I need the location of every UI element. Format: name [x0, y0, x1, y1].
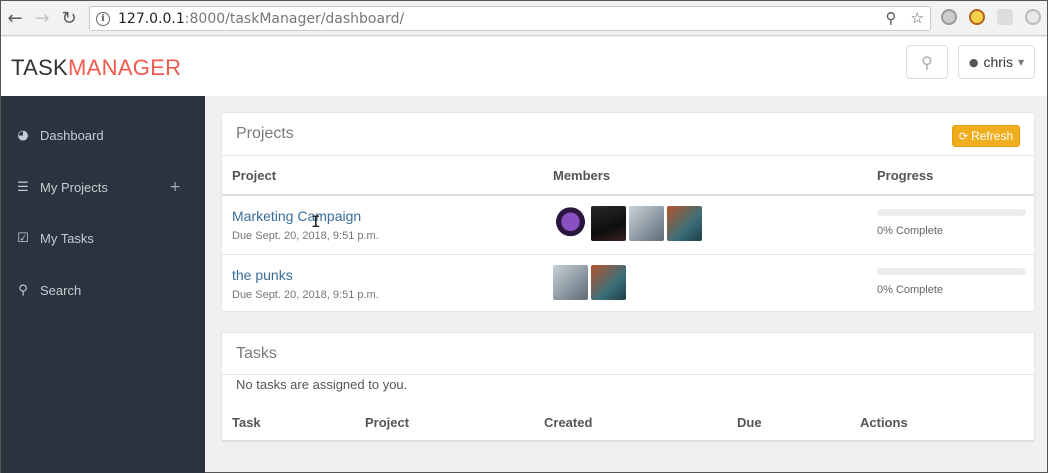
- refresh-icon: ⟳: [958, 129, 969, 143]
- progress-bar: [877, 268, 1026, 275]
- empty-tasks-message: No tasks are assigned to you.: [236, 377, 408, 392]
- column-header-actions: Actions: [860, 415, 908, 430]
- reload-icon[interactable]: ↻: [57, 6, 81, 30]
- text-cursor-icon: I: [311, 212, 321, 231]
- progress-bar: [877, 209, 1026, 216]
- refresh-label: Refresh: [971, 129, 1014, 143]
- add-project-button[interactable]: +: [169, 179, 181, 195]
- address-bar[interactable]: i 127.0.0.1:8000/taskManager/dashboard/ …: [89, 6, 931, 31]
- divider: [222, 374, 1034, 375]
- column-header-project: Project: [365, 415, 410, 430]
- sidebar-item-dashboard[interactable]: ◕ Dashboard: [1, 115, 205, 155]
- projects-title: Projects: [236, 125, 294, 142]
- avatar[interactable]: [667, 206, 702, 241]
- column-header-due: Due: [737, 415, 762, 430]
- extension-icon[interactable]: [1025, 9, 1041, 25]
- list-icon: ☰: [17, 179, 29, 195]
- extension-icon[interactable]: [969, 9, 985, 25]
- divider: [222, 440, 1034, 442]
- column-header-created: Created: [544, 415, 593, 430]
- back-icon[interactable]: ←: [3, 6, 27, 30]
- info-icon[interactable]: i: [96, 11, 110, 26]
- sidebar-item-label: My Projects: [40, 179, 108, 195]
- column-header-members: Members: [553, 168, 611, 183]
- progress-label: 0% Complete: [877, 284, 944, 296]
- user-menu-button[interactable]: ● chris ▼: [958, 45, 1035, 79]
- divider: [222, 155, 1034, 156]
- members-list: [553, 265, 626, 300]
- column-header-project: Project: [232, 168, 277, 183]
- extension-icon[interactable]: [941, 9, 957, 25]
- avatar[interactable]: [591, 265, 626, 300]
- members-list: [553, 206, 702, 241]
- avatar[interactable]: [591, 206, 626, 241]
- key-icon[interactable]: ⚲: [886, 9, 897, 27]
- sidebar-item-label: Search: [40, 282, 82, 298]
- extension-icon[interactable]: [997, 9, 1013, 25]
- app-header: TASKMANAGER ⚲ ● chris ▼: [1, 37, 1047, 96]
- forward-icon[interactable]: →: [30, 6, 54, 30]
- star-icon[interactable]: ☆: [911, 9, 924, 27]
- project-link[interactable]: Marketing Campaign: [232, 208, 361, 224]
- project-link[interactable]: the punks: [232, 267, 293, 283]
- browser-toolbar: ← → ↻ i 127.0.0.1:8000/taskManager/dashb…: [1, 1, 1047, 36]
- sidebar: ◕ Dashboard ☰ My Projects + ☑ My Tasks ⚲…: [1, 96, 205, 473]
- dashboard-icon: ◕: [17, 127, 29, 143]
- search-icon: ⚲: [921, 52, 933, 72]
- avatar[interactable]: [629, 206, 664, 241]
- sidebar-item-label: Dashboard: [40, 127, 104, 143]
- url-path: :8000/taskManager/dashboard/: [184, 10, 405, 27]
- logo[interactable]: TASKMANAGER: [11, 55, 181, 81]
- url-host: 127.0.0.1: [118, 10, 185, 27]
- refresh-button[interactable]: ⟳ Refresh: [952, 125, 1020, 147]
- username: chris: [983, 54, 1013, 70]
- divider: [222, 194, 1034, 196]
- tasks-panel: Tasks No tasks are assigned to you. Task…: [221, 332, 1035, 442]
- progress-label: 0% Complete: [877, 225, 944, 237]
- chevron-down-icon: ▼: [1018, 57, 1025, 67]
- avatar[interactable]: [553, 265, 588, 300]
- sidebar-item-my-tasks[interactable]: ☑ My Tasks: [1, 218, 205, 258]
- projects-panel: Projects ⟳ Refresh Project Members Progr…: [221, 112, 1035, 312]
- logo-part1: TASK: [11, 55, 69, 80]
- user-icon: ●: [968, 55, 979, 69]
- sidebar-item-search[interactable]: ⚲ Search: [1, 270, 205, 310]
- logo-part2: MANAGER: [68, 55, 182, 80]
- search-icon: ⚲: [18, 282, 28, 298]
- column-header-progress: Progress: [877, 168, 934, 183]
- divider: [222, 254, 1034, 255]
- header-search-button[interactable]: ⚲: [906, 45, 948, 79]
- project-due: Due Sept. 20, 2018, 9:51 p.m.: [232, 230, 379, 242]
- sidebar-item-label: My Tasks: [40, 230, 94, 246]
- project-due: Due Sept. 20, 2018, 9:51 p.m.: [232, 289, 379, 301]
- sidebar-item-my-projects[interactable]: ☰ My Projects +: [1, 167, 205, 207]
- checkbox-icon: ☑: [17, 230, 29, 246]
- avatar[interactable]: [553, 206, 588, 241]
- tasks-title: Tasks: [236, 345, 277, 362]
- column-header-task: Task: [232, 415, 261, 430]
